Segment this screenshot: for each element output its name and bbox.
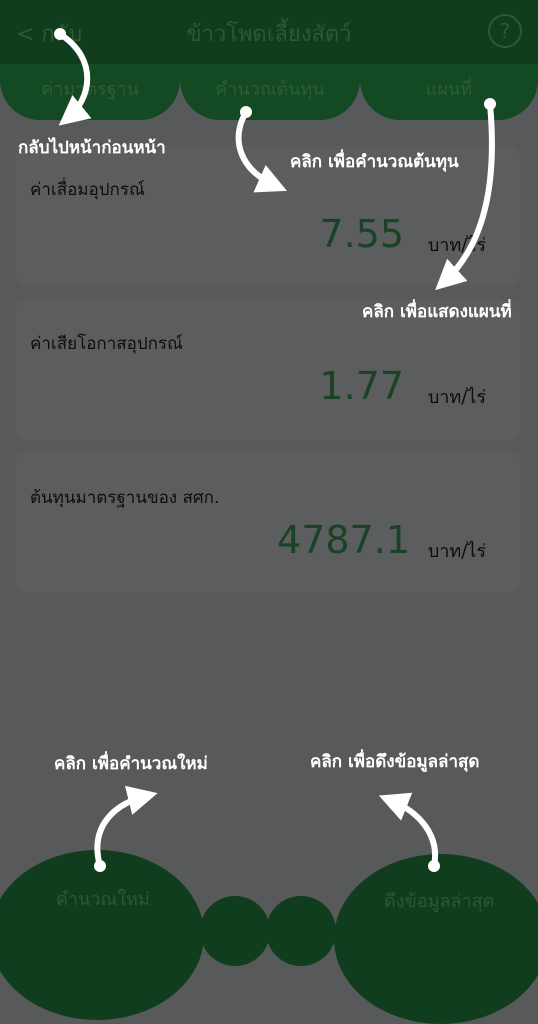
- tap-dot-refresh: [428, 860, 440, 872]
- tap-dot-map: [484, 98, 496, 110]
- tap-dot-back: [54, 28, 66, 40]
- hint-back: กลับไปหน้าก่อนหน้า: [18, 138, 166, 158]
- arrow-refresh: [378, 792, 439, 869]
- tap-dot-calc: [240, 106, 252, 118]
- hint-calc-cost: คลิก เพื่อคำนวณต้นทุน: [290, 152, 459, 172]
- arrow-map: [435, 101, 495, 291]
- arrow-calc: [235, 109, 287, 193]
- hint-refresh: คลิก เพื่อดึงข้อมูลล่าสุด: [310, 752, 480, 772]
- tap-dot-recalc: [94, 860, 106, 872]
- hint-recalc: คลิก เพื่อคำนวณใหม่: [54, 754, 208, 774]
- arrow-back: [57, 31, 92, 126]
- arrow-recalc: [94, 785, 158, 869]
- hint-map: คลิก เพื่อแสดงแผนที่: [362, 302, 512, 322]
